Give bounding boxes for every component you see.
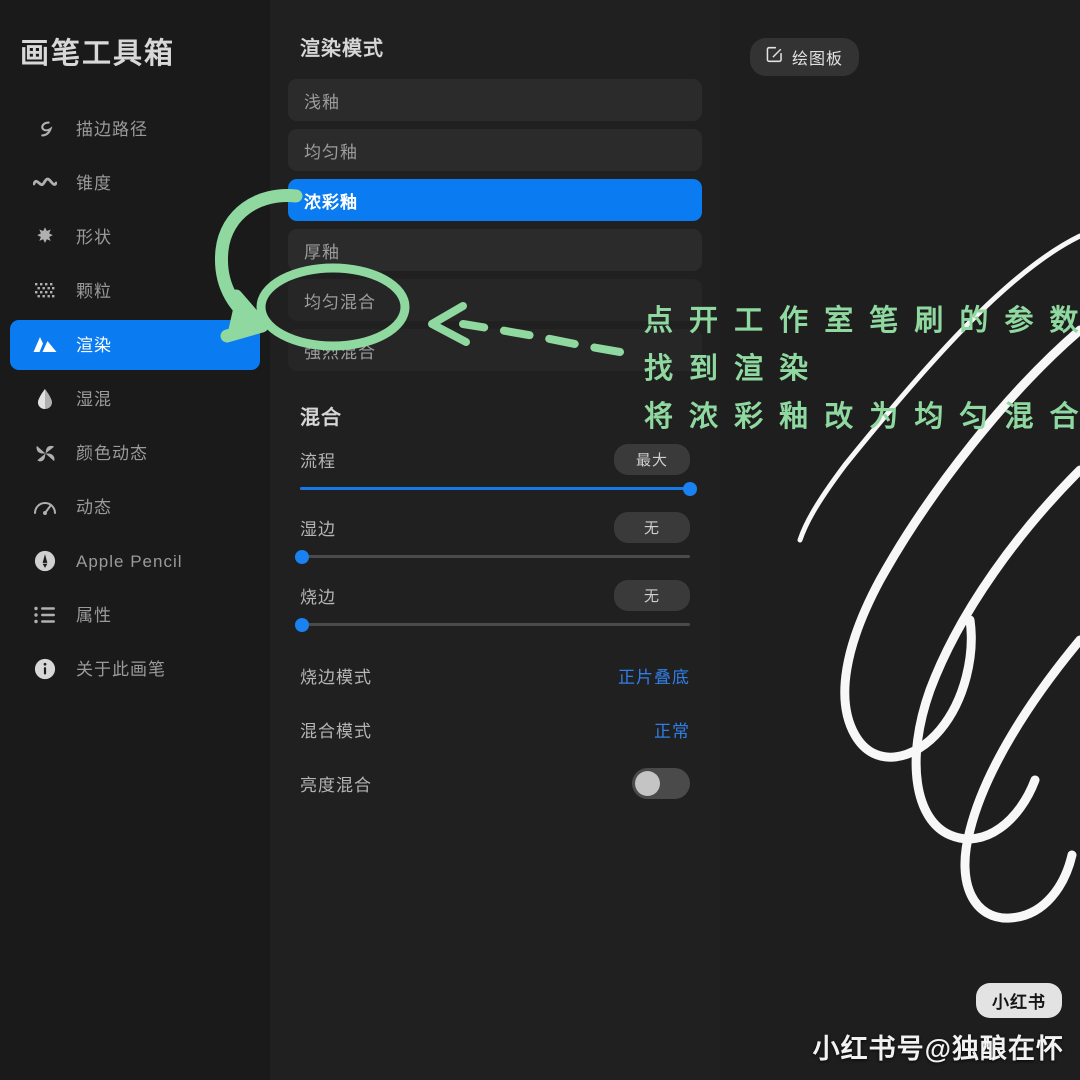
brush-toolbox-sidebar: 画笔工具箱 描边路径 锥度 形状 颗粒 渲染 湿混 颜色动态 动态 Apple … [0,0,270,1080]
sidebar-item-stroke-path[interactable]: 描边路径 [10,104,260,154]
sidebar-item-label: 颜色动态 [76,443,148,463]
sidebar-item-grain[interactable]: 颗粒 [10,266,260,316]
toggle-knob [635,770,660,796]
sidebar-item-label: 关于此画笔 [76,659,166,679]
render-mode-option-uniform-blend[interactable]: 均匀混合 [288,279,702,321]
sidebar-item-label: 描边路径 [76,119,148,139]
render-mode-option-thick-glaze[interactable]: 厚釉 [288,229,702,271]
row-burnt-edge-mode[interactable]: 烧边模式 正片叠底 [288,648,702,702]
sidebar-item-taper[interactable]: 锥度 [10,158,260,208]
render-mountain-icon [32,332,58,358]
shape-star-icon [32,224,58,250]
luminance-blend-toggle[interactable] [632,767,690,799]
render-mode-heading: 渲染模式 [300,38,384,60]
color-dynamics-icon [32,440,58,466]
row-luminance-blend: 亮度混合 [288,756,702,810]
row-value[interactable]: 正常 [654,717,690,742]
slider-label: 烧边 [300,588,336,607]
row-blend-mode[interactable]: 混合模式 正常 [288,702,702,756]
apple-pencil-icon [32,548,58,574]
blend-section-heading: 混合 [300,407,342,429]
sidebar-item-label: Apple Pencil [76,551,183,571]
row-key: 烧边模式 [300,667,372,687]
slider-knob[interactable] [683,481,697,496]
edit-square-icon [766,46,783,68]
row-key: 混合模式 [300,721,372,741]
slider-value-pill[interactable]: 最大 [613,444,690,475]
row-value[interactable]: 正片叠底 [618,663,690,688]
wet-mix-droplet-icon [32,386,58,412]
option-label: 均匀混合 [304,292,376,312]
sidebar-item-label: 颗粒 [76,281,112,301]
properties-list-icon [32,602,58,628]
sidebar-item-label: 湿混 [76,389,112,409]
slider-row-flow: 流程 最大 [288,444,702,496]
drawing-board-label: 绘图板 [792,51,844,68]
slider-knob[interactable] [295,617,310,632]
option-label: 浅釉 [304,92,340,112]
flow-slider-track[interactable] [300,481,697,496]
render-settings-panel: 渲染模式 浅釉 均匀釉 浓彩釉 厚釉 均匀混合 强烈混合 混合 流程 最大 湿边… [270,0,720,1080]
sidebar-item-apple-pencil[interactable]: Apple Pencil [10,536,260,586]
sidebar-item-label: 形状 [76,227,112,247]
sidebar-item-wet-mix[interactable]: 湿混 [10,374,260,424]
option-label: 浓彩釉 [304,192,358,212]
xiaohongshu-badge: 小红书 [976,983,1062,1018]
slider-fill [300,487,690,490]
page-title: 画笔工具箱 [20,38,176,70]
drawing-board-button[interactable]: 绘图板 [750,38,860,76]
sidebar-item-properties[interactable]: 属性 [10,590,260,640]
option-label: 强烈混合 [304,342,376,362]
render-mode-option-heavy-glaze[interactable]: 浓彩釉 [288,179,702,221]
sidebar-item-dynamics[interactable]: 动态 [10,482,260,532]
row-key: 亮度混合 [300,775,372,795]
slider-row-wet-edge: 湿边 无 [288,512,702,564]
sidebar-item-label: 渲染 [76,335,112,355]
stroke-path-icon [32,116,58,142]
wet-edge-slider-track[interactable] [295,549,690,564]
drawing-canvas[interactable]: 绘图板 小红书 [720,0,1080,1080]
render-mode-list: 浅釉 均匀釉 浓彩釉 厚釉 均匀混合 强烈混合 [288,79,702,371]
render-mode-option-intense-blend[interactable]: 强烈混合 [288,329,702,371]
info-circle-icon [32,656,58,682]
slider-value-pill[interactable]: 无 [614,580,690,611]
option-label: 均匀釉 [304,142,358,162]
sidebar-item-color-dynamics[interactable]: 颜色动态 [10,428,260,478]
sidebar-item-render[interactable]: 渲染 [10,320,260,370]
sidebar-item-label: 锥度 [76,173,112,193]
burnt-edge-slider-track[interactable] [295,617,690,632]
grain-dots-icon [32,278,58,304]
slider-knob[interactable] [295,549,310,564]
slider-label: 流程 [300,452,336,471]
sidebar-item-about-brush[interactable]: 关于此画笔 [10,644,260,694]
sidebar-nav-list: 描边路径 锥度 形状 颗粒 渲染 湿混 颜色动态 动态 Apple Pencil… [0,104,270,694]
slider-row-burnt-edge: 烧边 无 [288,580,702,632]
sidebar-item-label: 动态 [76,497,112,517]
dynamics-gauge-icon [32,494,58,520]
render-mode-option-shallow-glaze[interactable]: 浅釉 [288,79,702,121]
slider-value-pill[interactable]: 无 [614,512,690,543]
sidebar-item-shape[interactable]: 形状 [10,212,260,262]
slider-label: 湿边 [300,520,336,539]
sidebar-item-label: 属性 [76,605,112,625]
option-label: 厚釉 [304,242,340,262]
render-mode-option-uniform-glaze[interactable]: 均匀釉 [288,129,702,171]
taper-wave-icon [32,170,58,196]
